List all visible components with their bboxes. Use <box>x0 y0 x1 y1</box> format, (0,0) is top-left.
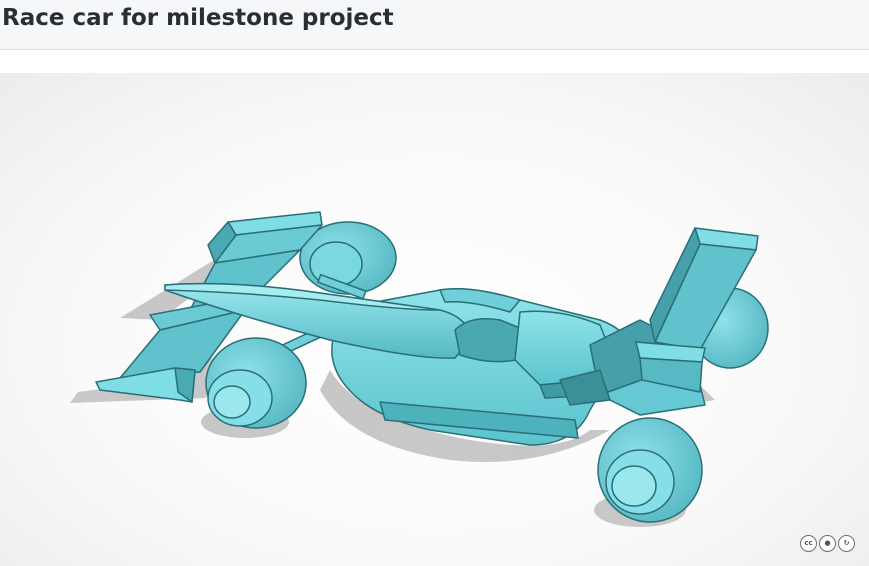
race-car-model <box>70 211 769 527</box>
front-right-wheel <box>597 417 703 523</box>
by-attribution-icon: ● <box>819 535 836 552</box>
page-header: Race car for milestone project <box>0 0 869 50</box>
model-viewer[interactable]: cc ● ↻ <box>0 73 869 566</box>
page-title: Race car for milestone project <box>2 5 394 31</box>
license-badge[interactable]: cc ● ↻ <box>800 535 855 552</box>
front-left-wheel <box>205 337 307 429</box>
sa-share-alike-icon: ↻ <box>838 535 855 552</box>
cc-icon: cc <box>800 535 817 552</box>
